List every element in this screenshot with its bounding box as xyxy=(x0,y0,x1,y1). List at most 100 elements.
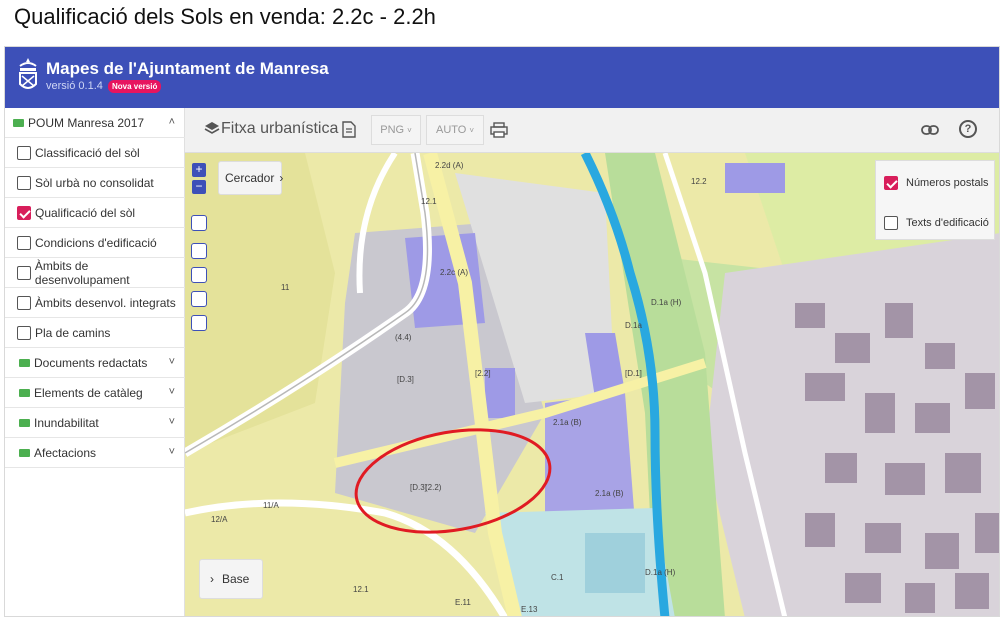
layer-label: Àmbits desenvol. integrats xyxy=(35,295,176,310)
city-coat-of-arms-icon xyxy=(19,58,37,89)
layer-qualificacio[interactable]: Qualificació del sòl xyxy=(5,198,185,228)
help-icon[interactable]: ? xyxy=(959,120,977,138)
layer-checkbox[interactable] xyxy=(17,145,31,160)
layer-label: Sòl urbà no consolidat xyxy=(35,175,154,190)
map-zone-label: D.1a (H) xyxy=(651,298,682,307)
layer-ambits-integrats[interactable]: Àmbits desenvol. integrats xyxy=(5,288,185,318)
layer-checkbox[interactable] xyxy=(17,265,31,280)
layer-checkbox[interactable] xyxy=(17,325,31,340)
folder-icon xyxy=(19,448,30,457)
location-pin-icon[interactable] xyxy=(191,267,207,283)
sidebar-group-label: POUM Manresa 2017 xyxy=(28,115,145,130)
map-zone-label: E.11 xyxy=(455,598,471,607)
folder-icon xyxy=(19,418,30,427)
map-zone-label: 11 xyxy=(281,283,290,292)
sidebar-folder-elements[interactable]: Elements de catàleg ˅ xyxy=(5,378,185,408)
map-zone-label: D.1a xyxy=(625,321,642,330)
map-zone-label: 2.1a (B) xyxy=(595,489,624,498)
layer-checkbox-checked[interactable] xyxy=(17,205,31,220)
app-header: Mapes de l'Ajuntament de Manresa versió … xyxy=(5,47,999,108)
folder-icon xyxy=(19,358,30,367)
layer-label: Condicions d'edificació xyxy=(35,235,157,250)
sidebar-group-poum[interactable]: POUM Manresa 2017 ˄ xyxy=(5,108,185,138)
map-zone-label: D.1a (H) xyxy=(645,568,676,577)
folder-label: Afectacions xyxy=(34,445,97,460)
base-layer-button[interactable]: › Base xyxy=(199,559,263,599)
page-caption: Qualificació dels Sols en venda: 2.2c - … xyxy=(14,4,436,29)
layer-checkbox[interactable] xyxy=(17,295,31,310)
layers-icon xyxy=(204,122,220,134)
overlay-numeros-postals[interactable]: Números postals xyxy=(884,173,989,193)
map-zone-label: [2.2] xyxy=(475,369,491,378)
map-zone-label: [D.1] xyxy=(625,369,642,378)
chevron-down-icon[interactable]: ˅ xyxy=(169,386,175,398)
map-zone-label: 12/A xyxy=(211,515,228,524)
layer-label: Classificació del sòl xyxy=(35,145,140,160)
target-icon[interactable] xyxy=(191,243,207,259)
document-icon[interactable] xyxy=(342,121,356,138)
overlay-label: Texts d'edificació xyxy=(906,217,989,229)
search-button-label: Cercador xyxy=(225,171,275,185)
layer-pla-camins[interactable]: Pla de camins xyxy=(5,318,185,348)
new-version-badge[interactable]: Nova versió xyxy=(108,80,162,93)
map-zone-label: (4.4) xyxy=(395,333,412,342)
chevron-down-icon[interactable]: ˅ xyxy=(169,446,175,458)
layer-label: Àmbits de desenvolupament xyxy=(34,258,130,287)
map-zone-label: 12.1 xyxy=(353,585,369,594)
layer-classificacio[interactable]: Classificació del sòl xyxy=(5,138,185,168)
overlay-label: Números postals xyxy=(906,177,989,189)
sidebar-folder-afectacions[interactable]: Afectacions ˅ xyxy=(5,438,185,468)
format-select[interactable]: PNG ˅ xyxy=(371,115,421,145)
folder-label: Inundabilitat xyxy=(34,415,99,430)
overlay-checkbox[interactable] xyxy=(884,216,898,230)
app-version: versió 0.1.4 xyxy=(46,80,103,92)
map-zone-label: 2.1a (B) xyxy=(553,418,582,427)
layer-label: Qualificació del sòl xyxy=(35,205,136,220)
zoom-out-button[interactable]: − xyxy=(192,180,206,194)
zoom-in-button[interactable]: + xyxy=(192,163,206,177)
globe-icon[interactable] xyxy=(191,215,207,231)
chevron-down-icon: ˅ xyxy=(469,125,475,135)
sidebar-folder-documents[interactable]: Documents redactats ˅ xyxy=(5,348,185,378)
map-zone-label: 11/A xyxy=(263,501,279,510)
print-icon[interactable] xyxy=(490,122,508,138)
folder-icon xyxy=(13,118,24,127)
map-canvas[interactable]: 2.2d (A) 12.1 2.2c (A) 12.2 11 (4.4) [D.… xyxy=(185,153,999,616)
layer-checkbox[interactable] xyxy=(17,235,31,250)
sidebar-folder-inundabilitat[interactable]: Inundabilitat ˅ xyxy=(5,408,185,438)
map-zone-label: 12.2 xyxy=(691,177,707,186)
overlays-panel: Números postals Texts d'edificació xyxy=(875,160,995,240)
chevron-down-icon[interactable]: ˅ xyxy=(169,416,175,428)
layer-checkbox[interactable] xyxy=(17,175,31,190)
info-icon[interactable] xyxy=(191,291,207,307)
toolbar-title: Fitxa urbanística xyxy=(221,120,339,137)
format-select-value: PNG xyxy=(380,124,405,136)
map-zone-label: C.1 xyxy=(551,573,564,582)
chevron-up-icon[interactable]: ˄ xyxy=(169,116,175,128)
map-zone-label: (2.2) xyxy=(425,483,442,492)
map-zone-label: 2.2c (A) xyxy=(440,268,469,277)
layer-sol-urba[interactable]: Sòl urbà no consolidat xyxy=(5,168,185,198)
layer-condicions[interactable]: Condicions d'edificació xyxy=(5,228,185,258)
chevron-right-icon: › xyxy=(279,171,284,185)
search-button[interactable]: Cercador › xyxy=(218,161,284,195)
folder-label: Elements de catàleg xyxy=(34,385,143,400)
folder-icon xyxy=(19,388,30,397)
app-title: Mapes de l'Ajuntament de Manresa xyxy=(46,59,329,78)
scale-select[interactable]: AUTO ˅ xyxy=(426,115,484,145)
layer-ambits[interactable]: Àmbits de desenvolupament xyxy=(5,258,185,288)
map-zone-label: 2.2d (A) xyxy=(435,161,464,170)
chevron-right-icon: › xyxy=(210,572,214,586)
map-zone-label: E.13 xyxy=(521,605,538,614)
layer-label: Pla de camins xyxy=(35,325,111,340)
link-icon[interactable] xyxy=(921,123,939,137)
chevron-down-icon[interactable]: ˅ xyxy=(169,356,175,368)
camera-icon[interactable] xyxy=(191,315,207,331)
overlay-texts-edificacio[interactable]: Texts d'edificació xyxy=(884,213,989,233)
folder-label: Documents redactats xyxy=(34,355,148,370)
map-zone-label: [D.3] xyxy=(397,375,414,384)
layers-sidebar: POUM Manresa 2017 ˄ Classificació del sò… xyxy=(5,108,185,616)
base-layer-label: Base xyxy=(222,572,250,586)
overlay-checkbox-checked[interactable] xyxy=(884,176,898,190)
app-window: Mapes de l'Ajuntament de Manresa versió … xyxy=(4,46,1000,617)
